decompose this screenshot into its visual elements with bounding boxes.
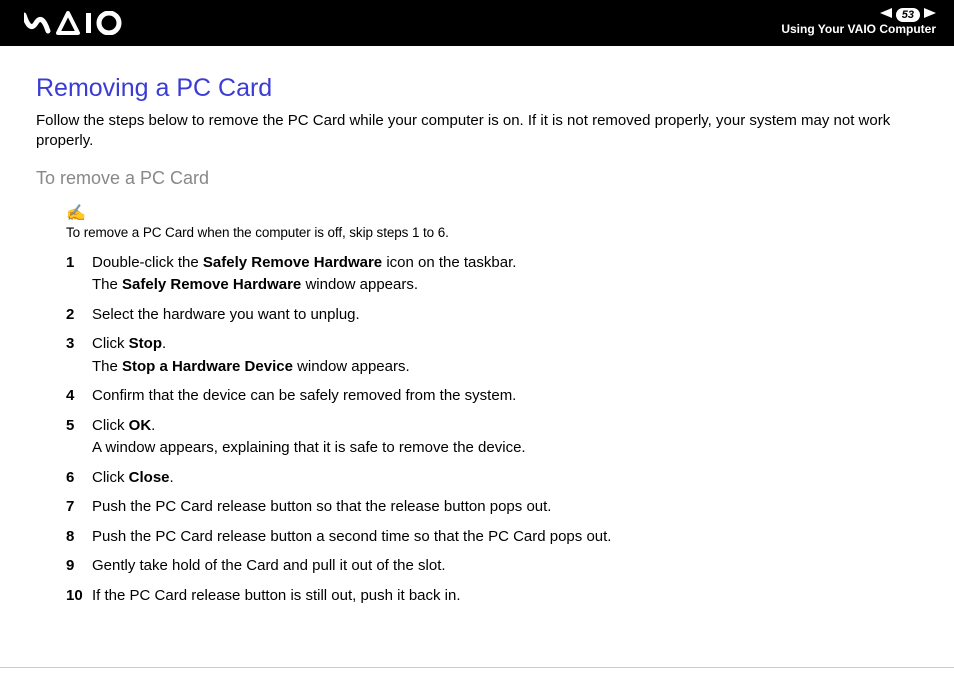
step-text: Click Close. xyxy=(92,467,918,490)
page-header: 53 Using Your VAIO Computer xyxy=(0,0,954,46)
step-text: Click OK.A window appears, explaining th… xyxy=(92,415,918,460)
step-number: 4 xyxy=(66,385,92,408)
step-number: 2 xyxy=(66,304,92,327)
note-text: To remove a PC Card when the computer is… xyxy=(66,225,918,240)
step-item: 8Push the PC Card release button a secon… xyxy=(66,526,918,549)
step-number: 3 xyxy=(66,333,92,356)
next-page-arrow[interactable] xyxy=(924,8,936,22)
step-text: Click Stop.The Stop a Hardware Device wi… xyxy=(92,333,918,378)
vaio-logo-svg xyxy=(24,11,134,35)
step-item: 7Push the PC Card release button so that… xyxy=(66,496,918,519)
page-content: Removing a PC Card Follow the steps belo… xyxy=(0,46,954,634)
step-number: 7 xyxy=(66,496,92,519)
step-item: 2Select the hardware you want to unplug. xyxy=(66,304,918,327)
step-number: 10 xyxy=(66,585,92,608)
subtitle: To remove a PC Card xyxy=(36,168,918,189)
step-number: 9 xyxy=(66,555,92,578)
header-nav: 53 Using Your VAIO Computer xyxy=(781,8,936,38)
steps-list: 1Double-click the Safely Remove Hardware… xyxy=(66,252,918,608)
step-item: 3Click Stop.The Stop a Hardware Device w… xyxy=(66,333,918,378)
note-icon: ✍ xyxy=(66,203,86,223)
step-text: If the PC Card release button is still o… xyxy=(92,585,918,608)
step-text: Confirm that the device can be safely re… xyxy=(92,385,918,408)
step-number: 6 xyxy=(66,467,92,490)
step-number: 5 xyxy=(66,415,92,438)
step-text: Double-click the Safely Remove Hardware … xyxy=(92,252,918,297)
step-item: 5Click OK.A window appears, explaining t… xyxy=(66,415,918,460)
section-title: Using Your VAIO Computer xyxy=(781,22,936,38)
prev-page-arrow[interactable] xyxy=(880,8,892,22)
page-number: 53 xyxy=(896,8,920,22)
page-title: Removing a PC Card xyxy=(36,74,918,103)
vaio-logo xyxy=(24,11,134,35)
note-block: ✍ To remove a PC Card when the computer … xyxy=(66,203,918,240)
step-item: 1Double-click the Safely Remove Hardware… xyxy=(66,252,918,297)
step-number: 1 xyxy=(66,252,92,275)
step-text: Select the hardware you want to unplug. xyxy=(92,304,918,327)
step-text: Push the PC Card release button a second… xyxy=(92,526,918,549)
step-text: Push the PC Card release button so that … xyxy=(92,496,918,519)
step-text: Gently take hold of the Card and pull it… xyxy=(92,555,918,578)
intro-text: Follow the steps below to remove the PC … xyxy=(36,111,918,152)
step-item: 10If the PC Card release button is still… xyxy=(66,585,918,608)
step-item: 6Click Close. xyxy=(66,467,918,490)
footer-divider xyxy=(0,667,954,668)
step-item: 4Confirm that the device can be safely r… xyxy=(66,385,918,408)
step-item: 9Gently take hold of the Card and pull i… xyxy=(66,555,918,578)
step-number: 8 xyxy=(66,526,92,549)
